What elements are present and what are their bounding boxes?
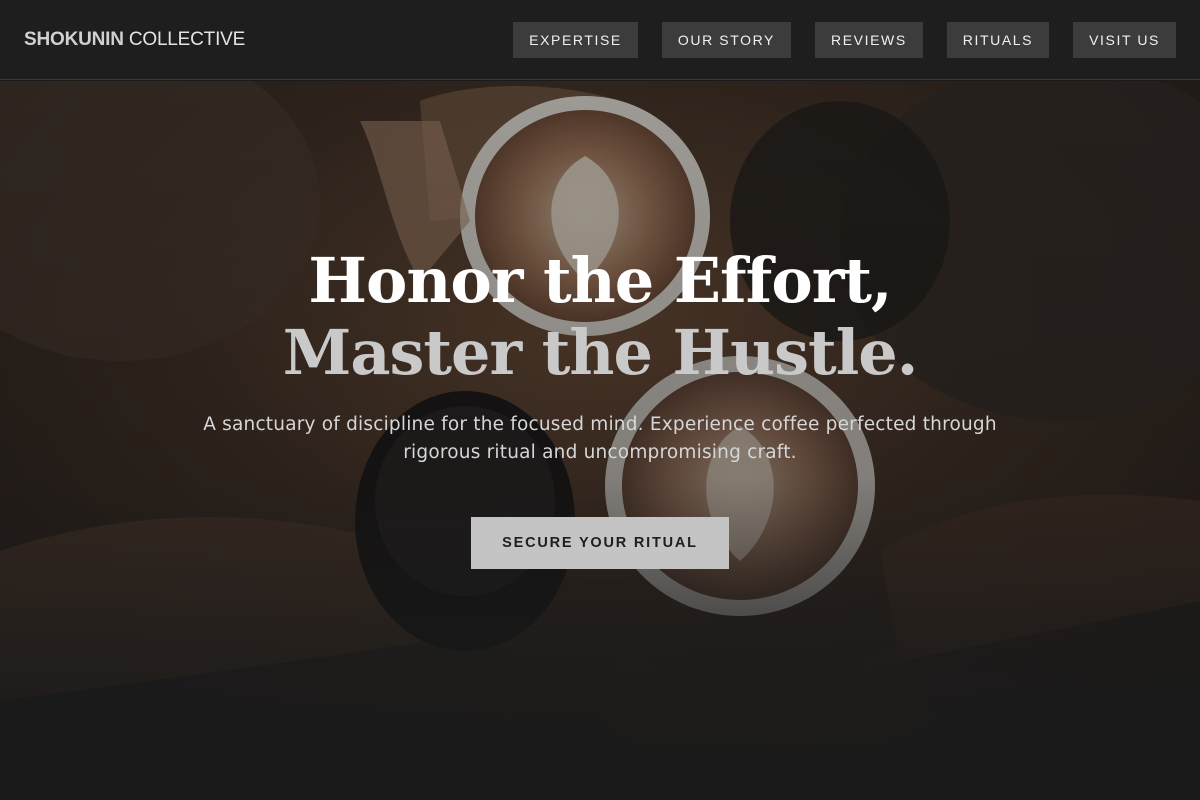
- site-header: SHOKUNIN COLLECTIVE EXPERTISE OUR STORY …: [0, 0, 1200, 80]
- nav-item-rituals[interactable]: RITUALS: [946, 21, 1050, 58]
- nav-item-expertise[interactable]: EXPERTISE: [513, 21, 638, 58]
- nav-item-visit-us[interactable]: VISIT US: [1073, 21, 1176, 58]
- headline-line-1: Honor the Effort,: [308, 244, 892, 317]
- main-nav: EXPERTISE OUR STORY REVIEWS RITUALS VISI…: [513, 21, 1176, 58]
- secure-ritual-button[interactable]: SECURE YOUR RITUAL: [471, 517, 729, 569]
- logo-light-text: COLLECTIVE: [128, 28, 246, 50]
- nav-item-reviews[interactable]: REVIEWS: [815, 21, 923, 58]
- nav-item-our-story[interactable]: OUR STORY: [661, 21, 791, 58]
- logo-bold-text: SHOKUNIN: [24, 28, 124, 50]
- headline-line-2: Master the Hustle.: [282, 316, 919, 389]
- brand-logo[interactable]: SHOKUNIN COLLECTIVE: [24, 29, 245, 51]
- hero-section: Honor the Effort, Master the Hustle. A s…: [0, 81, 1200, 800]
- hero-subtitle: A sanctuary of discipline for the focuse…: [203, 414, 997, 463]
- hero-headline: Honor the Effort, Master the Hustle.: [282, 244, 919, 389]
- hero-content: Honor the Effort, Master the Hustle. A s…: [0, 81, 1200, 800]
